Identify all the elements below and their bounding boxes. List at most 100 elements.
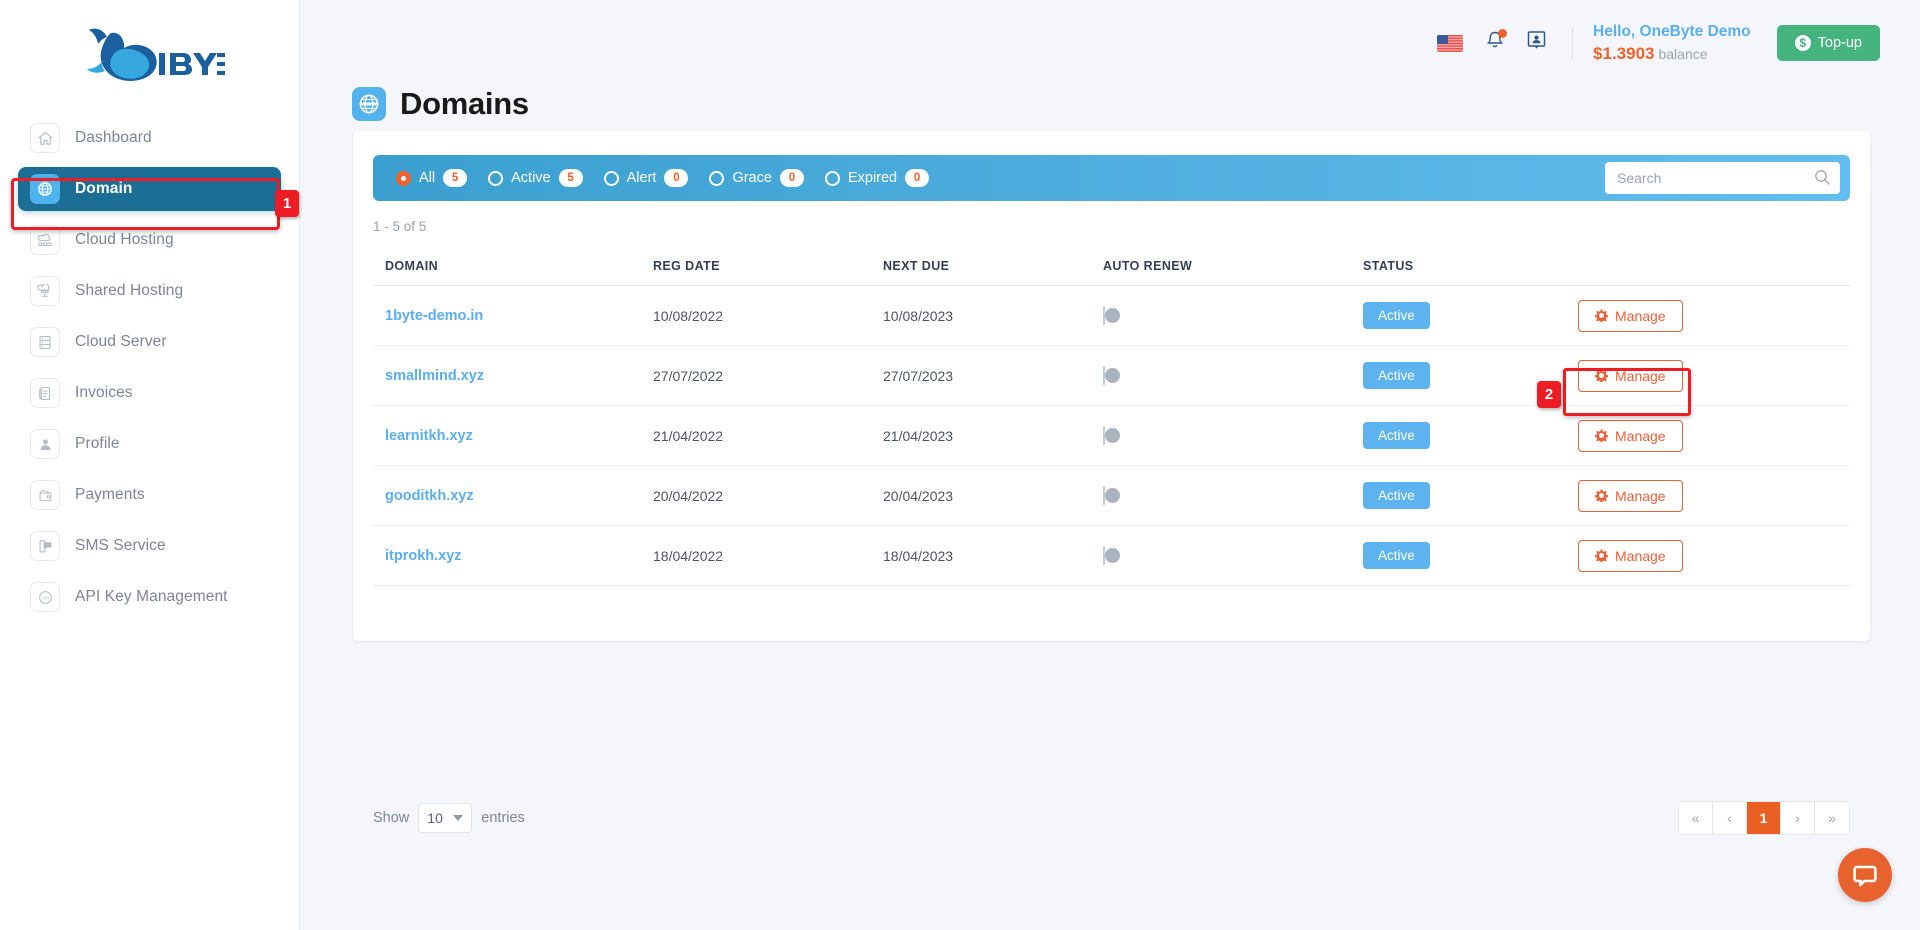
column-header-domain: DOMAIN — [385, 258, 439, 273]
status-badge[interactable]: Active — [1363, 302, 1430, 329]
sidebar-item-label: SMS Service — [75, 537, 166, 554]
cell-reg-date: 18/04/2022 — [653, 547, 724, 564]
status-badge[interactable]: Active — [1363, 422, 1430, 449]
home-icon — [30, 123, 60, 153]
top-up-button[interactable]: $ Top-up — [1776, 25, 1880, 61]
gear-icon — [1595, 429, 1608, 442]
filter-label: All — [419, 170, 436, 186]
sidebar-item-cloud-server[interactable]: Cloud Server — [18, 320, 281, 364]
cell-reg-date: 21/04/2022 — [653, 427, 724, 444]
manage-label: Manage — [1615, 547, 1666, 564]
filter-option-grace[interactable]: Grace 0 — [702, 169, 811, 187]
sidebar-item-profile[interactable]: Profile — [18, 422, 281, 466]
user-account-block[interactable]: Hello, OneByte Demo $1.3903 balance — [1593, 21, 1751, 66]
auto-renew-toggle[interactable] — [1103, 425, 1120, 445]
status-badge[interactable]: Active — [1363, 542, 1430, 569]
brand-logo[interactable] — [0, 0, 299, 108]
manage-label: Manage — [1615, 307, 1666, 324]
manage-button[interactable]: Manage — [1578, 419, 1683, 452]
filter-count-badge: 0 — [779, 169, 804, 187]
sidebar-item-cloud-hosting[interactable]: Cloud Hosting — [18, 218, 281, 262]
account-card-icon[interactable] — [1527, 30, 1546, 56]
sidebar-item-label: Cloud Hosting — [75, 231, 174, 248]
filter-option-expired[interactable]: Expired 0 — [818, 169, 936, 187]
table-row: 1byte-demo.in 10/08/2022 10/08/2023 Acti… — [373, 286, 1850, 346]
search-icon[interactable] — [1814, 169, 1831, 191]
radio-icon — [488, 170, 504, 186]
sidebar-item-dashboard[interactable]: Dashboard — [18, 116, 281, 160]
manage-button[interactable]: Manage — [1578, 359, 1683, 392]
table-row: itprokh.xyz 18/04/2022 18/04/2023 Active… — [373, 526, 1850, 586]
status-badge[interactable]: Active — [1363, 362, 1430, 389]
cell-reg-date: 27/07/2022 — [653, 367, 724, 384]
auto-renew-toggle[interactable] — [1103, 545, 1120, 565]
us-flag-icon[interactable] — [1437, 34, 1464, 52]
page-title: Domains — [400, 86, 529, 121]
chat-widget-button[interactable] — [1838, 848, 1892, 902]
radio-icon — [603, 170, 619, 186]
top-up-label: Top-up — [1817, 35, 1862, 51]
domain-link[interactable]: 1byte-demo.in — [385, 308, 483, 324]
sidebar-item-shared-hosting[interactable]: Shared Hosting — [18, 269, 281, 313]
manage-button[interactable]: Manage — [1578, 479, 1683, 512]
page-title-row: WWW Domains — [300, 86, 1920, 122]
rack-icon — [30, 327, 60, 357]
bell-icon[interactable] — [1485, 29, 1508, 56]
entries-select[interactable]: 10 25 50 100 — [418, 803, 473, 833]
domain-link[interactable]: smallmind.xyz — [385, 368, 484, 384]
show-label: Show — [373, 810, 410, 826]
annotation-marker-1: 1 — [275, 190, 299, 217]
sidebar-item-label: Payments — [75, 486, 145, 503]
radio-icon — [396, 170, 411, 186]
search-input[interactable] — [1605, 162, 1840, 194]
whale-logo-icon — [86, 28, 225, 81]
cloud-icon — [30, 225, 60, 255]
svg-text:API: API — [41, 595, 49, 600]
pagination: « ‹ 1 › » — [1678, 801, 1850, 835]
toggle-knob — [1105, 367, 1120, 383]
gear-icon — [1595, 549, 1608, 562]
sidebar-item-label: Shared Hosting — [75, 282, 184, 299]
cell-next-due: 21/04/2023 — [883, 427, 954, 444]
filter-label: Grace — [732, 170, 772, 186]
filter-options-group: All 5 Active 5 Alert 0 Grace 0 Expired 0 — [373, 169, 936, 187]
pagination-page-1[interactable]: 1 — [1747, 802, 1781, 834]
filter-option-active[interactable]: Active 5 — [481, 169, 590, 187]
server-cloud-icon — [30, 276, 60, 306]
pagination-last[interactable]: » — [1815, 802, 1849, 834]
balance-row: $1.3903 balance — [1593, 42, 1751, 66]
pagination-prev[interactable]: ‹ — [1713, 802, 1747, 834]
pagination-first[interactable]: « — [1679, 802, 1713, 834]
auto-renew-toggle[interactable] — [1103, 365, 1120, 385]
sidebar-item-label: Cloud Server — [75, 333, 167, 350]
sidebar-item-invoices[interactable]: Invoices — [18, 371, 281, 415]
sidebar-item-domain[interactable]: Domain — [18, 167, 281, 211]
filter-option-all[interactable]: All 5 — [389, 169, 474, 187]
svg-text:WWW: WWW — [361, 102, 378, 108]
status-badge[interactable]: Active — [1363, 482, 1430, 509]
column-header-auto-renew: AUTO RENEW — [1103, 258, 1193, 273]
sidebar-item-sms-service[interactable]: SMS Service — [18, 524, 281, 568]
domain-link[interactable]: gooditkh.xyz — [385, 488, 474, 504]
auto-renew-toggle[interactable] — [1103, 485, 1120, 505]
table-header-row: DOMAIN REG DATE NEXT DUE AUTO RENEW STAT… — [373, 246, 1850, 286]
sidebar: Dashboard Domain Cloud Hosting Shared Ho… — [0, 0, 300, 930]
sidebar-item-payments[interactable]: Payments — [18, 473, 281, 517]
table-row: smallmind.xyz 27/07/2022 27/07/2023 Acti… — [373, 346, 1850, 406]
pagination-next[interactable]: › — [1781, 802, 1815, 834]
sidebar-nav: Dashboard Domain Cloud Hosting Shared Ho… — [0, 116, 299, 619]
domains-card: All 5 Active 5 Alert 0 Grace 0 Expired 0… — [353, 131, 1870, 835]
auto-renew-toggle[interactable] — [1103, 305, 1120, 325]
manage-button[interactable]: Manage — [1578, 299, 1683, 332]
domain-link[interactable]: itprokh.xyz — [385, 548, 462, 564]
chat-bubble-icon — [1853, 865, 1877, 887]
filter-option-alert[interactable]: Alert 0 — [597, 169, 696, 187]
cell-next-due: 18/04/2023 — [883, 547, 954, 564]
domain-link[interactable]: learnitkh.xyz — [385, 428, 473, 444]
manage-button[interactable]: Manage — [1578, 539, 1683, 572]
manage-label: Manage — [1615, 427, 1666, 444]
sidebar-item-api-key-management[interactable]: API API Key Management — [18, 575, 281, 619]
sidebar-item-label: Dashboard — [75, 129, 152, 146]
radio-icon — [824, 170, 840, 186]
status-filter-bar: All 5 Active 5 Alert 0 Grace 0 Expired 0… — [373, 155, 1850, 201]
